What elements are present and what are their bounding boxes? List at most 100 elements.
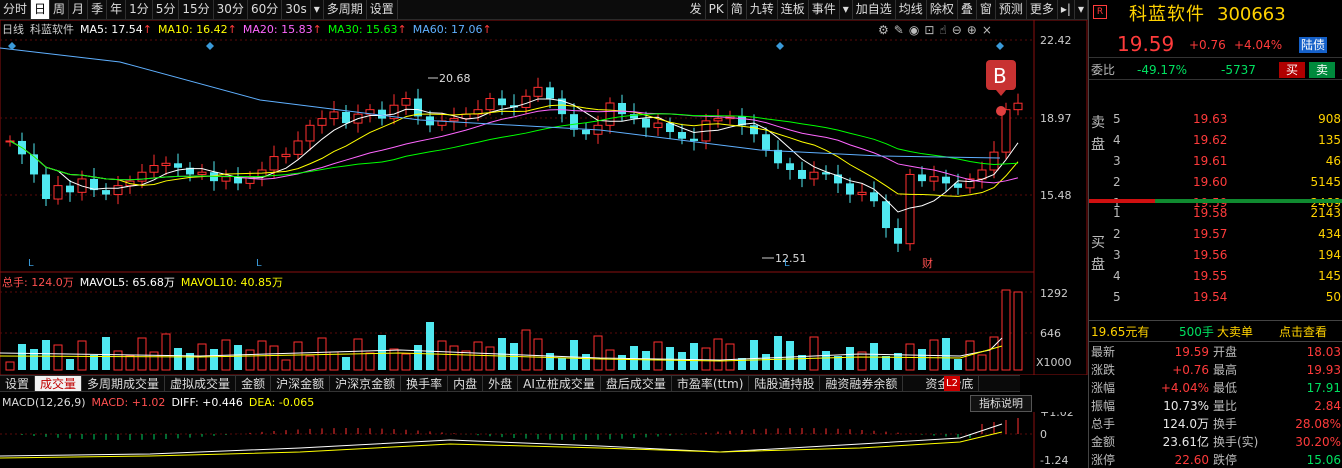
volume-bar-down bbox=[750, 340, 758, 370]
volume-bar-down bbox=[342, 357, 350, 370]
period-button-13[interactable]: 多周期 bbox=[324, 0, 367, 19]
ma30-line bbox=[9, 113, 1019, 181]
indicator-tab-1[interactable]: 成交量 bbox=[35, 376, 83, 391]
period-button-10[interactable]: 60分 bbox=[248, 0, 283, 19]
bid-volume: 434 bbox=[1318, 227, 1341, 241]
vol-tick-0: 1292 bbox=[1040, 287, 1068, 300]
period-button-9[interactable]: 30分 bbox=[214, 0, 248, 19]
indicator-tab-14[interactable]: 融资融券余额 bbox=[820, 376, 904, 391]
ask-volume: 46 bbox=[1325, 154, 1341, 168]
period-button-2[interactable]: 周 bbox=[50, 0, 70, 19]
indicator-tab-6[interactable]: 沪深京金额 bbox=[330, 376, 402, 391]
period-button-12[interactable]: ▾ bbox=[311, 0, 324, 19]
stat-label-2: 最低 bbox=[1213, 381, 1238, 395]
period-button-5[interactable]: 年 bbox=[107, 0, 127, 19]
stat-row-1: 涨跌 +0.76 最高 19.93 bbox=[1089, 361, 1342, 379]
indicator-help-button[interactable]: 指标说明 bbox=[970, 395, 1032, 412]
indicator-tab-15[interactable]: 资金抄底 bbox=[903, 376, 980, 391]
tool-button-9[interactable]: 除权 bbox=[927, 0, 958, 19]
chart-canvas[interactable]: 22.42 18.97 15.48 1292 646 20.68 12.51 B L L L 财 bbox=[0, 20, 1088, 375]
period-button-6[interactable]: 1分 bbox=[126, 0, 153, 19]
volume-bar-down bbox=[642, 351, 650, 370]
stat-label: 金额 bbox=[1091, 435, 1116, 449]
tool-button-2[interactable]: 简 bbox=[728, 0, 747, 19]
candle-up bbox=[197, 171, 207, 175]
ask-volume: 5145 bbox=[1310, 175, 1341, 189]
indicator-tab-10[interactable]: AI立桩成交量 bbox=[518, 376, 601, 391]
period-button-7[interactable]: 5分 bbox=[153, 0, 180, 19]
indicator-tab-0[interactable]: 设置 bbox=[0, 376, 36, 391]
stat-value-2: 2.84 bbox=[1314, 399, 1341, 413]
volume-legend-0: 总手: 124.0万 bbox=[2, 276, 74, 289]
price-tick-1: 18.97 bbox=[1040, 112, 1072, 125]
volume-bar-down bbox=[954, 359, 962, 370]
stat-row-6: 涨停 22.60 跌停 15.06 bbox=[1089, 451, 1342, 468]
volume-bar-up bbox=[161, 333, 171, 371]
macd-canvas[interactable]: +1.02 0 -1.24 bbox=[0, 412, 1088, 468]
buy-signal-pointer bbox=[996, 90, 1006, 96]
stat-label: 涨跌 bbox=[1091, 363, 1116, 377]
indicator-tab-13[interactable]: 陆股通持股 bbox=[749, 376, 821, 391]
period-button-11[interactable]: 30s bbox=[282, 0, 311, 19]
stat-value: 124.0万 bbox=[1162, 417, 1209, 431]
ma20-line bbox=[9, 109, 1019, 184]
period-button-1[interactable]: 日 bbox=[31, 0, 51, 19]
tool-button-14[interactable]: ▸| bbox=[1058, 0, 1075, 19]
candle-up bbox=[305, 124, 315, 142]
bid-price: 19.57 bbox=[1193, 227, 1228, 241]
volume-bar-down bbox=[894, 353, 902, 370]
indicator-tab-7[interactable]: 换手率 bbox=[401, 376, 449, 391]
volume-bar-up bbox=[809, 336, 819, 371]
volume-bar-down bbox=[618, 355, 626, 370]
tool-button-5[interactable]: 事件 bbox=[809, 0, 840, 19]
tool-button-10[interactable]: 叠 bbox=[958, 0, 977, 19]
indicator-tab-2[interactable]: 多周期成交量 bbox=[82, 376, 166, 391]
period-button-3[interactable]: 月 bbox=[69, 0, 89, 19]
tool-button-15[interactable]: ▾ bbox=[1075, 0, 1088, 19]
tool-button-13[interactable]: 更多 bbox=[1027, 0, 1058, 19]
tool-button-0[interactable]: 发 bbox=[687, 0, 706, 19]
ask-volume: 908 bbox=[1318, 112, 1341, 126]
big-order-link[interactable]: 点击查看 bbox=[1279, 321, 1327, 343]
diamond-icon bbox=[776, 42, 784, 50]
tool-button-7[interactable]: 加自选 bbox=[853, 0, 896, 19]
volume-bar-down bbox=[90, 355, 98, 370]
bid-row-1: 1 19.58 2143 bbox=[1089, 203, 1342, 223]
ask-price: 19.63 bbox=[1193, 112, 1228, 126]
tool-button-4[interactable]: 连板 bbox=[778, 0, 809, 19]
tool-button-12[interactable]: 预测 bbox=[996, 0, 1027, 19]
period-button-4[interactable]: 季 bbox=[88, 0, 108, 19]
tool-button-1[interactable]: PK bbox=[706, 0, 728, 19]
volume-bar-down bbox=[690, 343, 698, 370]
period-button-0[interactable]: 分时 bbox=[0, 0, 32, 19]
candle-up bbox=[293, 140, 303, 155]
stat-label: 最新 bbox=[1091, 345, 1116, 359]
candle-down bbox=[690, 138, 698, 141]
candle-down bbox=[30, 154, 38, 175]
tool-button-11[interactable]: 窗 bbox=[977, 0, 996, 19]
macd-tick-1: 0 bbox=[1040, 428, 1047, 441]
indicator-tab-4[interactable]: 金额 bbox=[236, 376, 272, 391]
indicator-tab-9[interactable]: 外盘 bbox=[483, 376, 519, 391]
candle-down bbox=[894, 228, 902, 244]
buy-button[interactable]: 买 bbox=[1279, 62, 1305, 78]
tool-button-8[interactable]: 均线 bbox=[896, 0, 927, 19]
tool-button-6[interactable]: ▾ bbox=[840, 0, 853, 19]
stat-row-3: 振幅 10.73% 量比 2.84 bbox=[1089, 397, 1342, 415]
bid-volume: 50 bbox=[1325, 290, 1341, 304]
high-annotation: 20.68 bbox=[439, 72, 471, 85]
tool-button-3[interactable]: 九转 bbox=[747, 0, 778, 19]
candle-down bbox=[42, 174, 50, 200]
indicator-tab-3[interactable]: 虚拟成交量 bbox=[165, 376, 237, 391]
indicator-tab-8[interactable]: 内盘 bbox=[448, 376, 484, 391]
stat-label: 涨幅 bbox=[1091, 381, 1116, 395]
indicator-tab-12[interactable]: 市盈率(ttm) bbox=[672, 376, 750, 391]
stat-label: 振幅 bbox=[1091, 399, 1116, 413]
candle-down bbox=[546, 87, 554, 99]
indicator-tab-5[interactable]: 沪深金额 bbox=[271, 376, 331, 391]
volume-bar-up bbox=[5, 361, 15, 371]
sell-button[interactable]: 卖 bbox=[1309, 62, 1335, 78]
indicator-tab-11[interactable]: 盘后成交量 bbox=[601, 376, 672, 391]
period-button-8[interactable]: 15分 bbox=[179, 0, 214, 19]
period-button-14[interactable]: 设置 bbox=[367, 0, 398, 19]
